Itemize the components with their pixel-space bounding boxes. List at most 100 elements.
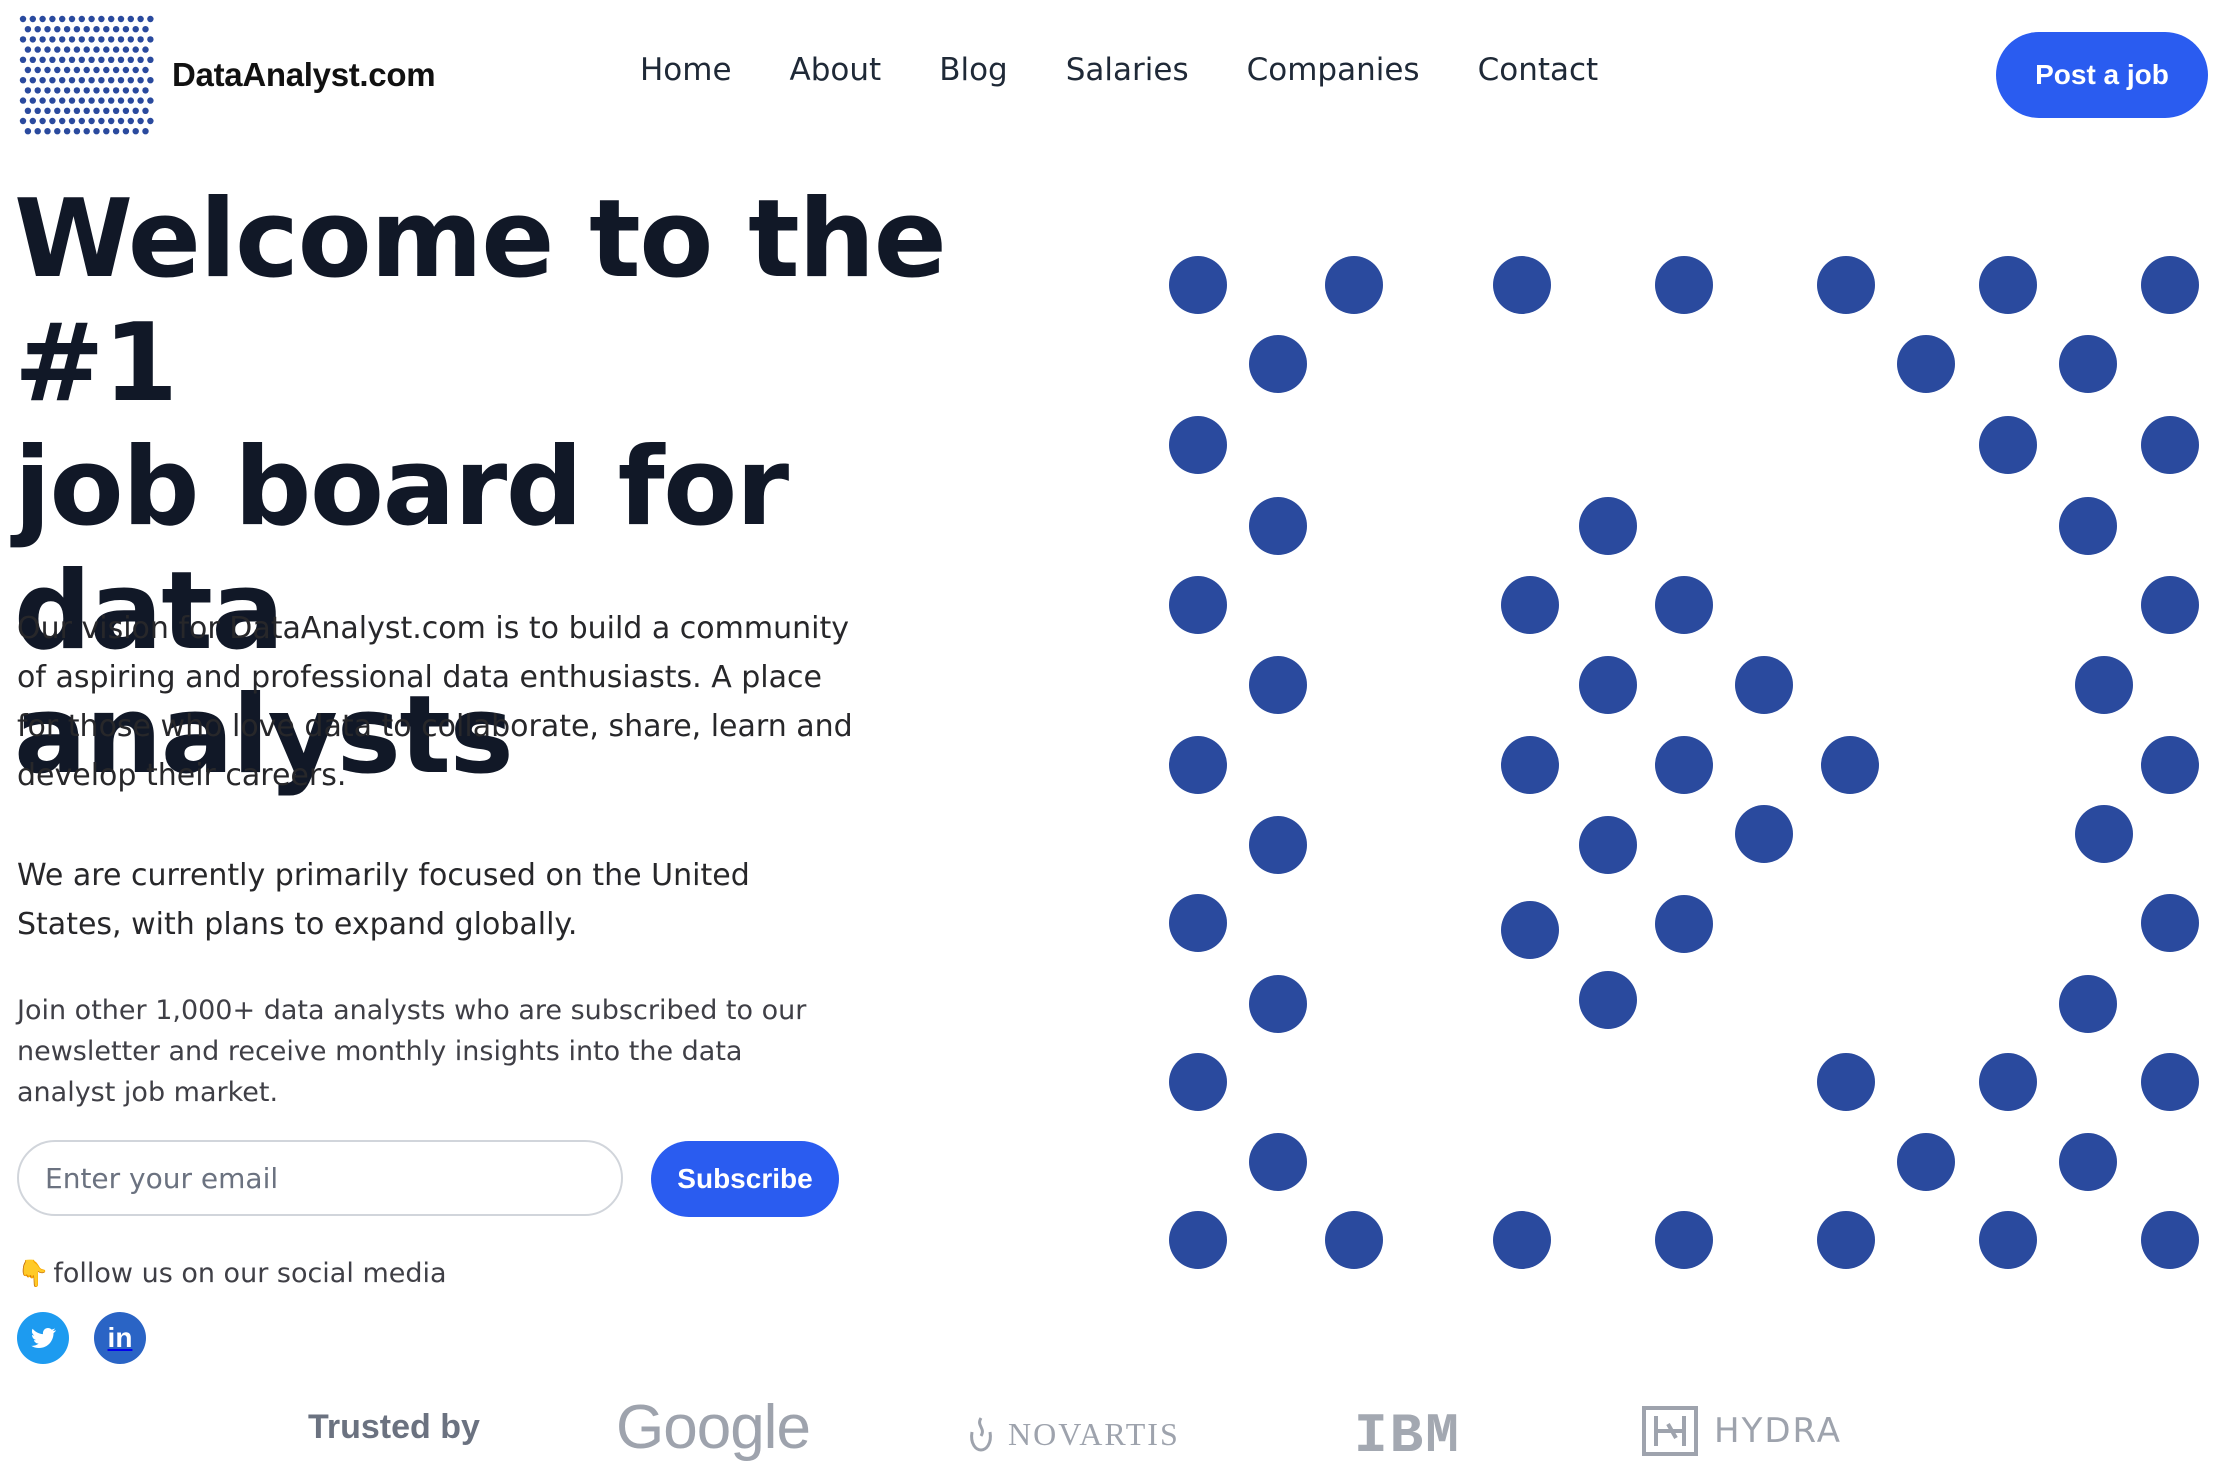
logo-dot [137, 36, 144, 43]
logo-dot [59, 36, 66, 43]
pattern-dot [1579, 497, 1637, 555]
logo-dot [73, 46, 81, 53]
logo-dot [137, 77, 144, 84]
pattern-dot [2059, 497, 2117, 555]
logo-dot [122, 26, 130, 33]
logo-dot [29, 15, 36, 23]
nav-companies[interactable]: Companies [1247, 52, 1420, 88]
logo-dot [117, 36, 125, 43]
novartis-logo: NOVARTIS [966, 1414, 1180, 1454]
pattern-dot [1493, 1211, 1551, 1269]
logo-dot [88, 15, 95, 23]
pattern-dot [2059, 335, 2117, 393]
logo-dot [127, 77, 134, 84]
nav-home[interactable]: Home [640, 52, 732, 88]
pattern-dot [1817, 1053, 1875, 1111]
logo-dot [44, 26, 51, 33]
pattern-dot [1979, 1211, 2037, 1269]
logo-dot [24, 128, 32, 135]
logo-dot [108, 56, 115, 63]
pattern-dot [1817, 256, 1875, 314]
logo-dot [19, 77, 27, 84]
nav-blog[interactable]: Blog [939, 52, 1008, 88]
logo-dot [78, 97, 85, 104]
pattern-dot [2059, 1133, 2117, 1191]
novartis-flame-icon [970, 1417, 992, 1452]
nav-contact[interactable]: Contact [1478, 52, 1599, 88]
linkedin-link[interactable]: in [94, 1312, 146, 1364]
logo-dot [137, 15, 144, 23]
logo-dot [98, 117, 105, 125]
logo-dot [88, 77, 95, 84]
pattern-dot [2075, 656, 2133, 714]
logo-dot [39, 36, 46, 43]
logo-dot [142, 107, 149, 115]
logo-dot [147, 77, 154, 84]
pattern-dot [1655, 736, 1713, 794]
pattern-dot [1169, 256, 1227, 314]
logo-dot [78, 56, 85, 63]
logo-dot [103, 26, 110, 33]
logo-dot [68, 117, 76, 125]
logo-dot [44, 107, 51, 115]
logo-dot [117, 15, 125, 23]
site-logo[interactable]: DataAnalyst.com [18, 14, 436, 136]
logo-dot [34, 26, 41, 33]
logo-dot [29, 117, 36, 125]
logo-dot [63, 128, 71, 135]
logo-dot [44, 87, 51, 94]
logo-dot [59, 117, 66, 125]
logo-dot [98, 77, 105, 84]
logo-dot [19, 117, 27, 125]
logo-dot [49, 77, 56, 84]
logo-dot [73, 26, 81, 33]
pattern-dot [1169, 894, 1227, 952]
pattern-dot [1501, 576, 1559, 634]
logo-dot [68, 77, 76, 84]
logo-dot [39, 117, 46, 125]
decorative-dot-pattern [1169, 256, 2199, 1269]
logo-dot [122, 107, 130, 115]
follow-note: 👇 follow us on our social media [17, 1258, 447, 1289]
vision-paragraph: Our vision for DataAnalyst.com is to bui… [17, 611, 853, 793]
hydra-wordmark: HYDRA [1714, 1411, 1843, 1451]
logo-dot [19, 15, 27, 23]
nav-salaries[interactable]: Salaries [1066, 52, 1189, 88]
brand-name[interactable]: DataAnalyst.com [172, 56, 436, 94]
google-logo: Google [616, 1393, 811, 1462]
pattern-dot [2141, 256, 2199, 314]
logo-dot [88, 97, 95, 104]
logo-dot [34, 46, 41, 53]
logo-dot [112, 26, 120, 33]
logo-dot [147, 56, 154, 63]
logo-dot [103, 46, 110, 53]
logo-dot [49, 15, 56, 23]
logo-dot [83, 107, 90, 115]
logo-dot [34, 66, 41, 74]
logo-dot [29, 77, 36, 84]
logo-dot [147, 117, 154, 125]
logo-dot [54, 66, 61, 74]
pattern-dot [2141, 1053, 2199, 1111]
pattern-dot [2141, 1211, 2199, 1269]
logo-dot [112, 66, 120, 74]
logo-dot [122, 128, 130, 135]
pattern-dot [2059, 975, 2117, 1033]
logo-dot [108, 36, 115, 43]
post-job-button[interactable]: Post a job [1996, 32, 2208, 118]
logo-dot [122, 87, 130, 94]
focus-paragraph: We are currently primarily focused on th… [17, 858, 750, 942]
twitter-link[interactable] [17, 1312, 69, 1364]
pattern-dot [1325, 256, 1383, 314]
pattern-dot [1169, 736, 1227, 794]
logo-dot [93, 128, 100, 135]
email-input[interactable] [17, 1140, 623, 1216]
logo-dot [29, 56, 36, 63]
nav-about[interactable]: About [790, 52, 882, 88]
subscribe-button[interactable]: Subscribe [651, 1141, 839, 1217]
logo-dot [112, 107, 120, 115]
logo-dot [83, 66, 90, 74]
logo-dot [142, 46, 149, 53]
logo-dot [98, 56, 105, 63]
logo-dot [83, 87, 90, 94]
